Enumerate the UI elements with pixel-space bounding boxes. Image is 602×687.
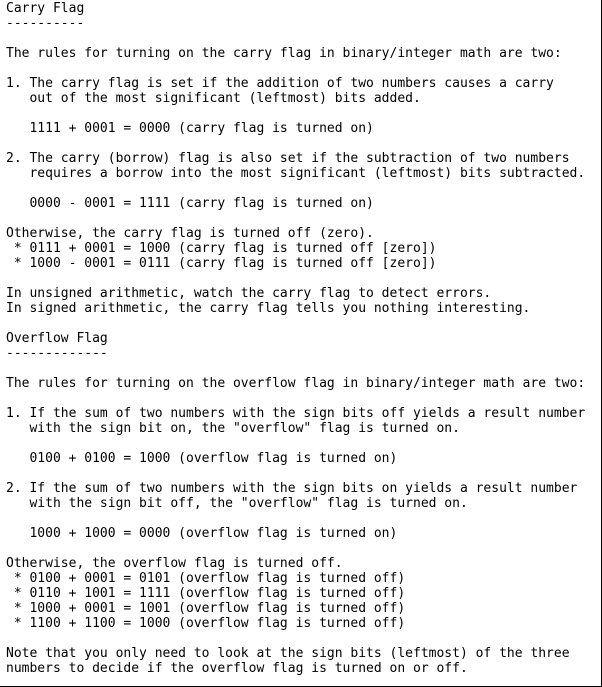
text-line: Otherwise, the overflow flag is turned o… xyxy=(6,556,343,571)
heading-underline: ------------- xyxy=(6,346,108,361)
list-item: * 1000 + 0001 = 1001 (overflow flag is t… xyxy=(6,601,406,616)
list-item: * 0100 + 0001 = 0101 (overflow flag is t… xyxy=(6,571,406,586)
text-line: 1. If the sum of two numbers with the si… xyxy=(6,406,586,421)
example-line: 1000 + 1000 = 0000 (overflow flag is tur… xyxy=(6,526,398,541)
text-line: with the sign bit off, the "overflow" fl… xyxy=(6,496,468,511)
example-line: 1111 + 0001 = 0000 (carry flag is turned… xyxy=(6,121,374,136)
text-line: 1. The carry flag is set if the addition… xyxy=(6,76,554,91)
list-item: * 0111 + 0001 = 1000 (carry flag is turn… xyxy=(6,241,437,256)
text-line: In unsigned arithmetic, watch the carry … xyxy=(6,286,492,301)
text-document: Carry Flag ---------- The rules for turn… xyxy=(0,0,602,687)
heading-underline: ---------- xyxy=(6,16,85,31)
heading-carry-flag: Carry Flag xyxy=(6,1,85,16)
list-item: * 0110 + 1001 = 1111 (overflow flag is t… xyxy=(6,586,406,601)
list-item: * 1100 + 1100 = 1000 (overflow flag is t… xyxy=(6,616,406,631)
text-line: out of the most significant (leftmost) b… xyxy=(6,91,421,106)
text-line: 2. If the sum of two numbers with the si… xyxy=(6,481,578,496)
text-line: requires a borrow into the most signific… xyxy=(6,166,586,181)
example-line: 0000 - 0001 = 1111 (carry flag is turned… xyxy=(6,196,374,211)
text-line: The rules for turning on the overflow fl… xyxy=(6,376,586,391)
text-line: 2. The carry (borrow) flag is also set i… xyxy=(6,151,570,166)
list-item: * 1000 - 0001 = 0111 (carry flag is turn… xyxy=(6,256,437,271)
text-line: with the sign bit on, the "overflow" fla… xyxy=(6,421,460,436)
text-line: Note that you only need to look at the s… xyxy=(6,646,570,661)
text-line: numbers to decide if the overflow flag i… xyxy=(6,661,468,676)
example-line: 0100 + 0100 = 1000 (overflow flag is tur… xyxy=(6,451,398,466)
text-line: The rules for turning on the carry flag … xyxy=(6,46,562,61)
text-line: In signed arithmetic, the carry flag tel… xyxy=(6,301,531,316)
heading-overflow-flag: Overflow Flag xyxy=(6,331,108,346)
text-line: Otherwise, the carry flag is turned off … xyxy=(6,226,374,241)
